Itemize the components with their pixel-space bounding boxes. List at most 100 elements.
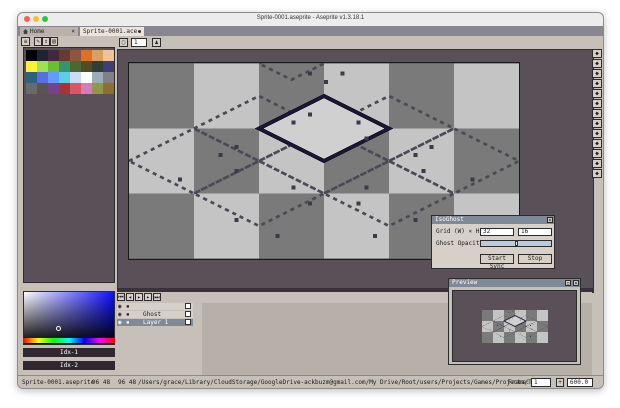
visibility-eye-icon[interactable]: ◉	[118, 311, 122, 318]
palette-swatch[interactable]	[48, 83, 59, 94]
palette-swatch[interactable]	[59, 83, 70, 94]
layer-row[interactable]: ◉ ▪ Ghost	[117, 311, 193, 318]
visibility-eye-icon[interactable]: ◉	[118, 303, 122, 310]
palette-swatch[interactable]	[70, 61, 81, 72]
palette-swatch[interactable]	[81, 72, 92, 83]
palette-edit-button[interactable]: ✎	[34, 37, 42, 46]
cel-indicator[interactable]	[185, 303, 191, 309]
bucket-icon: ◆	[595, 110, 599, 117]
lock-icon[interactable]: ▪	[126, 303, 130, 310]
ghost-dot	[413, 217, 418, 222]
background-color-bar[interactable]: Idx-2	[23, 361, 115, 370]
ghost-opacity-slider[interactable]	[480, 240, 552, 247]
checker-tile	[526, 321, 537, 332]
palette-swatch[interactable]	[92, 50, 103, 61]
slider-thumb[interactable]	[515, 241, 518, 246]
palette-swatch[interactable]	[70, 83, 81, 94]
palette-swatch[interactable]	[103, 50, 114, 61]
cel-indicator[interactable]	[185, 311, 191, 317]
palette-swatch[interactable]	[59, 61, 70, 72]
foreground-color-bar[interactable]: Idx-1	[23, 348, 115, 357]
palette-swatch[interactable]	[81, 50, 92, 61]
tab-bar: Home × Sprite-0001.ace	[18, 26, 603, 36]
palette-swatch[interactable]	[70, 50, 81, 61]
tool-line-button[interactable]: ◆	[592, 119, 602, 128]
options-icon: ≡	[23, 38, 28, 45]
palette-swatch[interactable]	[26, 50, 37, 61]
lock-icon[interactable]: ▪	[126, 319, 130, 326]
palette-swatch[interactable]	[37, 50, 48, 61]
palette-swatch[interactable]	[59, 72, 70, 83]
palette-swatch[interactable]	[92, 61, 103, 72]
brush-type-button[interactable]: ▢	[119, 38, 128, 47]
tool-bucket-button[interactable]: ◆	[592, 109, 602, 118]
palette-presets-button[interactable]: ▤	[50, 37, 58, 46]
palette-swatch[interactable]	[81, 61, 92, 72]
tool-blur-button[interactable]: ◆	[592, 159, 602, 168]
tool-eraser-button[interactable]: ◆	[592, 69, 602, 78]
previous-frame-button[interactable]: ◂	[126, 293, 134, 301]
tool-pencil-button[interactable]: ◆	[592, 59, 602, 68]
checker-tile	[129, 128, 194, 194]
palette-swatch[interactable]	[70, 72, 81, 83]
first-frame-button[interactable]: ⏮	[117, 293, 125, 301]
layer-row[interactable]: ◉ ▪	[117, 303, 193, 310]
grid-width-field[interactable]: 32	[480, 228, 514, 236]
last-frame-button[interactable]: ⏭	[153, 293, 161, 301]
tab-home[interactable]: Home ×	[20, 27, 78, 36]
next-frame-button[interactable]: ▸	[144, 293, 152, 301]
start-sync-button[interactable]: Start Sync	[480, 254, 514, 270]
palette-swatch[interactable]	[92, 72, 103, 83]
palette-swatch[interactable]	[48, 72, 59, 83]
tool-ellipse-button[interactable]: ◆	[592, 139, 602, 148]
close-dialog-button[interactable]: ×	[547, 217, 553, 224]
preview-title: Preview	[449, 279, 580, 287]
grid-height-field[interactable]: 16	[518, 228, 552, 236]
palette-swatch[interactable]	[81, 83, 92, 94]
checker-tile	[454, 63, 519, 129]
checker-tile	[493, 321, 504, 332]
add-frame-button[interactable]: +	[556, 378, 564, 387]
palette-sort-button[interactable]: ↕	[42, 37, 50, 46]
stop-button[interactable]: Stop	[518, 254, 552, 264]
cel-indicator[interactable]	[185, 319, 191, 325]
palette-swatch[interactable]	[103, 61, 114, 72]
checker-tile	[454, 128, 519, 194]
layer-row[interactable]: ◉ ▪ Layer 1	[117, 319, 193, 326]
preview-mode-button[interactable]: ▫	[565, 280, 571, 287]
tool-contour-button[interactable]: ◆	[592, 149, 602, 158]
close-tab-icon[interactable]: ×	[71, 27, 75, 36]
palette-swatch[interactable]	[26, 61, 37, 72]
palette-swatch[interactable]	[103, 83, 114, 94]
play-button[interactable]: ▸	[135, 293, 143, 301]
tool-rectangle-button[interactable]: ◆	[592, 129, 602, 138]
palette-swatch[interactable]	[48, 61, 59, 72]
palette-swatch[interactable]	[26, 72, 37, 83]
tab-sprite[interactable]: Sprite-0001.ace	[80, 27, 144, 36]
tool-marquee-button[interactable]: ◆	[592, 49, 602, 58]
tool-move-button[interactable]: ◆	[592, 99, 602, 108]
preview-close-button[interactable]: ×	[573, 280, 579, 287]
brush-size-field[interactable]: 1	[131, 38, 147, 47]
zoom-field[interactable]: 600.0	[567, 378, 593, 387]
hue-slider[interactable]	[23, 338, 115, 343]
palette-swatch[interactable]	[37, 72, 48, 83]
tool-eyedropper-button[interactable]: ◆	[592, 79, 602, 88]
palette-swatch[interactable]	[48, 50, 59, 61]
palette-swatch[interactable]	[37, 83, 48, 94]
stamp-button[interactable]: ♟	[152, 38, 161, 47]
visibility-eye-icon[interactable]: ◉	[118, 319, 122, 326]
ghost-dot	[521, 322, 523, 324]
tool-text-button[interactable]: ◆	[592, 169, 602, 178]
palette-swatch[interactable]	[103, 72, 114, 83]
frame-field[interactable]: 1	[531, 378, 551, 387]
palette-swatch[interactable]	[37, 61, 48, 72]
palette-swatch[interactable]	[92, 83, 103, 94]
palette-swatch[interactable]	[59, 50, 70, 61]
color-picker-square[interactable]	[23, 291, 115, 345]
tool-zoom-button[interactable]: ◆	[592, 89, 602, 98]
palette-swatch[interactable]	[26, 83, 37, 94]
palette-options-button[interactable]: ≡	[21, 37, 30, 46]
ghost-dot	[307, 201, 312, 206]
lock-icon[interactable]: ▪	[126, 311, 130, 318]
